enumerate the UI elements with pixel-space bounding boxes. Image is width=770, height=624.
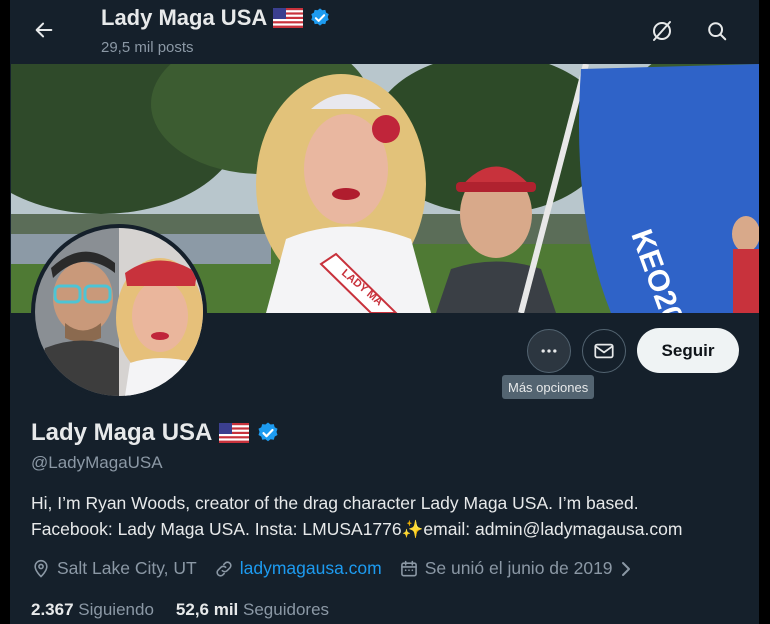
more-options-tooltip: Más opciones xyxy=(502,375,595,399)
location-text: Salt Lake City, UT xyxy=(57,558,197,578)
more-options-button[interactable] xyxy=(527,329,571,373)
website-item[interactable]: ladymagausa.com xyxy=(214,558,382,579)
profile-handle: @LadyMagaUSA xyxy=(31,453,163,472)
profile-meta: Salt Lake City, UT ladymagausa.com Se un… xyxy=(31,558,650,579)
post-count: 29,5 mil posts xyxy=(101,39,194,56)
following-label: Siguiendo xyxy=(78,600,154,619)
more-dots-icon xyxy=(541,349,557,353)
envelope-icon xyxy=(594,343,614,359)
grok-icon xyxy=(653,21,671,41)
header-title: Lady Maga USA xyxy=(101,5,268,30)
followers-count: 52,6 mil xyxy=(175,600,239,619)
bio-line-1: Hi, I’m Ryan Woods, creator of the drag … xyxy=(31,493,639,513)
following-stat[interactable]: 2.367 Siguiendo xyxy=(31,600,154,620)
chevron-right-icon xyxy=(621,561,630,576)
back-button[interactable] xyxy=(26,12,62,48)
website-link[interactable]: ladymagausa.com xyxy=(240,558,382,579)
bio-line-2-end: email: admin@ladymagausa.com xyxy=(423,519,683,539)
location-item: Salt Lake City, UT xyxy=(31,558,197,579)
avatar-photo xyxy=(35,228,203,396)
us-flag-icon xyxy=(219,423,250,443)
followers-label: Seguidores xyxy=(243,600,330,619)
message-button[interactable] xyxy=(582,329,626,373)
follow-button[interactable]: Seguir xyxy=(637,328,739,373)
bio-line-2-start: Facebook: Lady Maga USA. Insta: LMUSA177… xyxy=(31,519,402,539)
profile-name-row: Lady Maga USA xyxy=(31,419,280,447)
profile-bio: Hi, I’m Ryan Woods, creator of the drag … xyxy=(31,490,746,542)
profile-name: Lady Maga USA xyxy=(31,419,213,446)
us-flag-icon xyxy=(273,8,304,28)
profile-column: Lady Maga USA 29,5 mil posts LADY MA KEO… xyxy=(10,0,759,624)
verified-badge-icon xyxy=(311,8,329,26)
following-count: 2.367 xyxy=(31,600,74,619)
followers-stat[interactable]: 52,6 mil Seguidores xyxy=(176,600,329,620)
header-title-row: Lady Maga USA xyxy=(101,5,331,31)
joined-text: Se unió el junio de 2019 xyxy=(424,558,613,578)
calendar-icon xyxy=(400,560,417,576)
profile-avatar[interactable] xyxy=(31,224,207,400)
search-icon xyxy=(708,22,727,41)
search-button[interactable] xyxy=(703,17,731,45)
arrow-left-icon xyxy=(35,22,53,38)
link-icon xyxy=(216,560,232,577)
sparkles-emoji: ✨ xyxy=(401,519,424,539)
bio-line-2: Facebook: Lady Maga USA. Insta: LMUSA177… xyxy=(31,516,746,542)
profile-header: Lady Maga USA 29,5 mil posts xyxy=(10,0,759,64)
profile-stats: 2.367 Siguiendo 52,6 mil Seguidores xyxy=(31,600,329,620)
location-pin-icon xyxy=(34,559,48,578)
joined-item[interactable]: Se unió el junio de 2019 xyxy=(399,558,633,579)
grok-button[interactable] xyxy=(648,17,676,45)
verified-badge-icon[interactable] xyxy=(256,421,280,445)
